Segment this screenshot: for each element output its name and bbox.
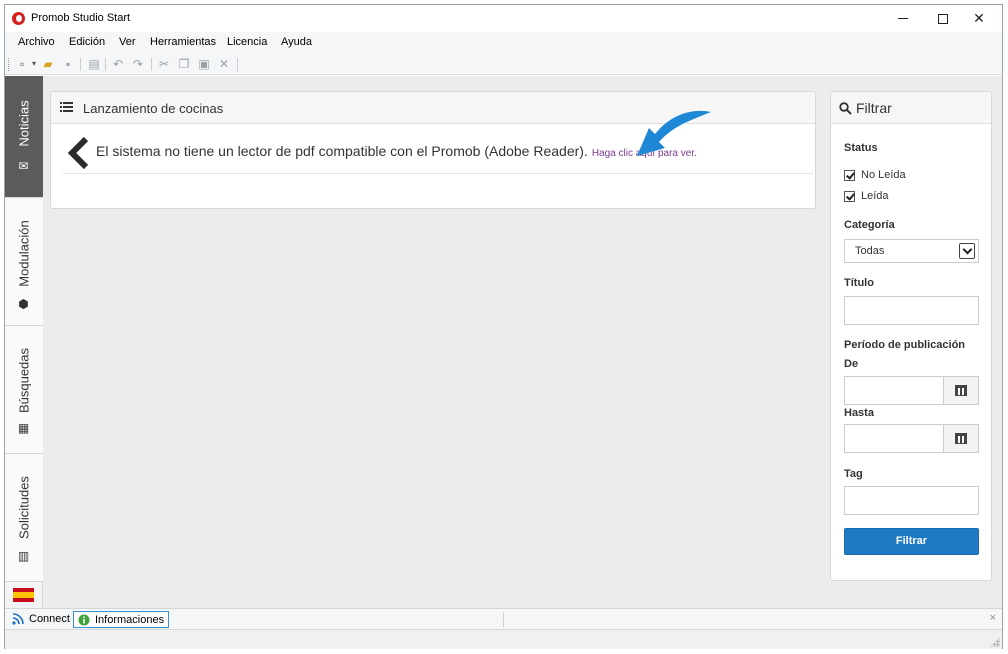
paste-icon[interactable]: ▣: [197, 57, 211, 71]
tab-informaciones-label: Informaciones: [95, 614, 165, 626]
minimize-icon: [898, 18, 908, 19]
status-bar: Connect Informaciones ×: [5, 608, 1002, 629]
filter-panel: Filtrar Status No Leída Leída Categoría …: [830, 91, 992, 581]
chevron-down-icon[interactable]: [959, 243, 975, 259]
to-calendar-button[interactable]: [943, 425, 978, 452]
filter-title: Filtrar: [856, 100, 892, 116]
news-divider: [63, 173, 813, 174]
menu-licencia[interactable]: Licencia: [227, 36, 267, 48]
promob-logo-icon: [12, 12, 25, 25]
toolbar-separator: [105, 58, 106, 71]
tab-busquedas-label: Búsquedas: [16, 347, 32, 414]
from-date-input[interactable]: [845, 377, 944, 404]
tab-noticias-label: Noticias: [16, 100, 32, 147]
from-date-field: [844, 376, 979, 405]
news-title: Lanzamiento de cocinas: [83, 101, 224, 116]
menu-archivo[interactable]: Archivo: [18, 36, 55, 48]
search-icon: [839, 102, 852, 115]
open-folder-icon[interactable]: ▰: [41, 57, 55, 71]
window-title: Promob Studio Start: [31, 12, 131, 24]
back-chevron-icon[interactable]: [65, 136, 91, 170]
rss-icon: [12, 613, 24, 625]
filter-button[interactable]: Filtrar: [844, 528, 979, 555]
info-icon: [78, 614, 90, 626]
to-date-input[interactable]: [845, 425, 944, 452]
delete-icon[interactable]: ✕: [217, 57, 231, 71]
tab-solicitudes[interactable]: Solicitudes ▥: [5, 454, 43, 582]
news-message: El sistema no tiene un lector de pdf com…: [96, 143, 697, 159]
maximize-button[interactable]: [924, 5, 962, 32]
menu-edicion[interactable]: Edición: [69, 36, 105, 48]
tab-noticias[interactable]: Noticias ✉: [5, 76, 43, 198]
title-input[interactable]: [844, 296, 979, 325]
close-button[interactable]: ✕: [960, 5, 998, 32]
period-label: Período de publicación: [844, 339, 966, 351]
unread-checkbox-label: No Leída: [861, 169, 906, 181]
menu-herramientas[interactable]: Herramientas: [150, 36, 216, 48]
menu-bar: Archivo Edición Ver Herramientas Licenci…: [5, 32, 1002, 54]
tab-modulacion[interactable]: Modulación ⬢: [5, 198, 43, 326]
tab-busquedas[interactable]: Búsquedas ▦: [5, 326, 43, 454]
menu-ver[interactable]: Ver: [119, 36, 136, 48]
from-label: De: [844, 358, 859, 370]
tab-solicitudes-label: Solicitudes: [16, 476, 32, 539]
bottom-bar: [5, 629, 1002, 649]
toolbar-separator: [80, 58, 81, 71]
print-icon[interactable]: ▤: [87, 57, 101, 71]
category-select[interactable]: Todas: [844, 239, 979, 263]
to-label: Hasta: [844, 407, 874, 419]
news-panel: Lanzamiento de cocinas El sistema no tie…: [50, 91, 816, 209]
title-label: Título: [844, 277, 874, 289]
new-dropdown-icon[interactable]: ▾: [27, 57, 41, 71]
calendar-icon: [955, 385, 967, 396]
cube-icon: ⬢: [18, 297, 29, 311]
close-panel-icon[interactable]: ×: [990, 612, 996, 624]
main-content: Noticias ✉ Modulación ⬢ Búsquedas ▦ Soli…: [5, 76, 1002, 608]
tab-informaciones[interactable]: Informaciones: [73, 611, 170, 628]
toolbar-separator: [237, 58, 238, 71]
undo-icon[interactable]: ↶: [111, 57, 125, 71]
resize-grip-icon[interactable]: [990, 637, 1000, 647]
chart-icon: ▦: [17, 421, 30, 435]
category-select-value: Todas: [855, 245, 885, 257]
app-window: Promob Studio Start ✕ Archivo Edición Ve…: [4, 4, 1003, 649]
tag-label: Tag: [844, 468, 863, 480]
read-checkbox[interactable]: [844, 191, 855, 202]
from-calendar-button[interactable]: [943, 377, 978, 404]
read-checkbox-label: Leída: [861, 190, 889, 202]
spain-flag-icon[interactable]: [13, 588, 34, 602]
tab-connect[interactable]: Connect: [8, 611, 74, 628]
cut-icon[interactable]: ✂: [157, 57, 171, 71]
toolbar-separator: [151, 58, 152, 71]
tab-connect-label: Connect: [29, 613, 70, 625]
minimize-button[interactable]: [884, 5, 922, 32]
unread-checkbox[interactable]: [844, 170, 855, 181]
status-label: Status: [844, 142, 878, 154]
save-icon[interactable]: ▪: [61, 57, 75, 71]
status-separator: [503, 612, 504, 627]
menu-ayuda[interactable]: Ayuda: [281, 36, 312, 48]
annotation-arrow-icon: [637, 110, 711, 156]
category-label: Categoría: [844, 219, 895, 231]
tag-input[interactable]: [844, 486, 979, 515]
toolbar-grip[interactable]: [8, 58, 10, 71]
toolbar: ▫ ▾ ▰ ▪ ▤ ↶ ↷ ✂ ❐ ▣ ✕: [5, 54, 1002, 75]
news-message-text: El sistema no tiene un lector de pdf com…: [96, 143, 588, 159]
list-icon: [60, 102, 73, 113]
bars-icon: ▥: [17, 549, 30, 563]
envelope-icon: ✉: [18, 159, 29, 173]
copy-icon[interactable]: ❐: [177, 57, 191, 71]
calendar-icon: [955, 433, 967, 444]
side-tabs: Noticias ✉ Modulación ⬢ Búsquedas ▦ Soli…: [5, 76, 43, 608]
filter-header: Filtrar: [831, 92, 991, 124]
to-date-field: [844, 424, 979, 453]
title-bar: Promob Studio Start ✕: [5, 5, 1002, 32]
tab-modulacion-label: Modulación: [16, 220, 32, 287]
redo-icon[interactable]: ↷: [131, 57, 145, 71]
maximize-icon: [938, 13, 948, 24]
